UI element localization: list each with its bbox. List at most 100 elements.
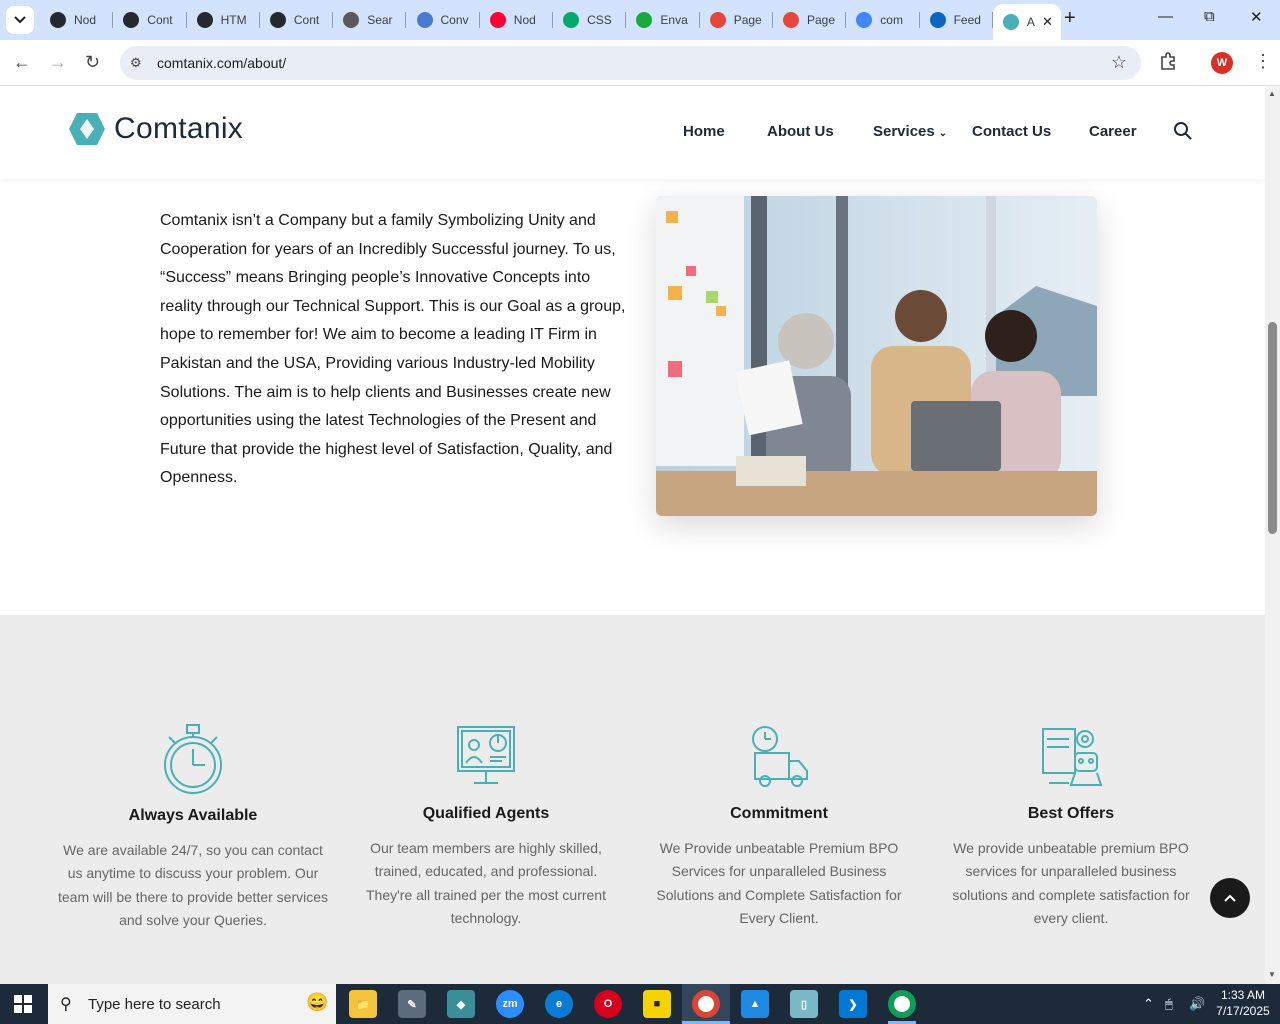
notepad-app-icon[interactable]: ▯	[790, 990, 818, 1018]
nav-services-label: Services	[873, 123, 935, 140]
page-scrollbar[interactable]: ▲ ▼	[1265, 87, 1280, 984]
tab-title: Page	[733, 13, 762, 27]
emoji-decoration-icon: 😄	[306, 992, 329, 1012]
chevron-down-icon	[14, 16, 26, 24]
tab-title: Sear	[367, 13, 393, 27]
tab-title: HTM	[220, 13, 247, 27]
tab-title: CSS	[587, 13, 612, 27]
nav-contact-us[interactable]: Contact Us	[972, 123, 1051, 140]
forward-button[interactable]: →	[49, 52, 67, 72]
taskbar-search-placeholder: Type here to search	[88, 996, 221, 1013]
back-button[interactable]: ←	[13, 52, 31, 72]
browser-tab[interactable]: A ✕	[992, 4, 1061, 40]
about-paragraph: Comtanix isn’t a Company but a family Sy…	[160, 212, 626, 487]
youtube-icon	[489, 12, 506, 28]
browser-menu-icon[interactable]: ⋮	[1254, 51, 1272, 72]
tab-title: Cont	[293, 13, 320, 27]
page-viewport: Comtanix Home About Us Services ⌄ Contact…	[0, 87, 1265, 984]
feature-title: Commitment	[730, 805, 828, 822]
paint-app-icon[interactable]: ✎	[398, 990, 426, 1018]
comtanix-app-icon[interactable]: ◆	[447, 990, 475, 1018]
site-header: Comtanix Home About Us Services ⌄ Contact…	[0, 87, 1265, 179]
volume-icon[interactable]: 🔊	[1189, 996, 1205, 1012]
clock-time: 1:33 AM	[1220, 988, 1266, 1002]
chrome-icon[interactable]	[692, 990, 720, 1018]
tab-title: Cont	[147, 13, 173, 27]
site-info-icon[interactable]: ⚙	[130, 55, 142, 71]
w3schools-icon	[563, 12, 580, 28]
browser-toolbar: ← → ↻ ⚙ comtanix.com/about/ ☆ W ⋮	[0, 40, 1280, 86]
tab-title: Nod	[513, 13, 536, 27]
browser-tab[interactable]: Cont	[113, 6, 187, 34]
tab-title: Feed	[953, 13, 981, 27]
scroll-up-arrow-icon[interactable]: ▲	[1268, 89, 1276, 98]
feature-commitment: Commitment We Provide unbeatable Premium…	[644, 723, 914, 931]
taskbar-search-box[interactable]: ⚲ Type here to search 😄	[48, 984, 336, 1024]
sticky-notes-icon[interactable]: ■	[643, 990, 671, 1018]
browser-tab[interactable]: com	[846, 6, 920, 34]
vscode-icon[interactable]: ❯	[839, 990, 867, 1018]
feature-text: We Provide unbeatable Premium BPO Servic…	[656, 840, 902, 927]
url-text[interactable]: comtanix.com/about/	[157, 55, 286, 71]
nav-about-us[interactable]: About Us	[767, 123, 834, 140]
comtanix-icon	[1002, 14, 1019, 30]
pagespeed-icon	[709, 12, 726, 28]
bookmark-star-icon[interactable]: ☆	[1111, 52, 1127, 73]
tab-title: A	[1026, 15, 1035, 29]
browser-tab[interactable]: HTM	[187, 6, 260, 34]
site-logo[interactable]: Comtanix	[68, 111, 243, 147]
system-clock[interactable]: 1:33 AM 7/17/2025	[1210, 987, 1276, 1019]
address-bar[interactable]: ⚙ comtanix.com/about/ ☆	[120, 46, 1141, 80]
edge-browser-icon[interactable]: e	[545, 990, 573, 1018]
stopwatch-icon	[164, 724, 222, 794]
feature-title: Best Offers	[1027, 805, 1115, 822]
close-window-button[interactable]: ✕	[1250, 8, 1263, 26]
browser-tab[interactable]: Nod	[40, 6, 114, 34]
minimize-button[interactable]: —	[1158, 8, 1173, 25]
scroll-down-arrow-icon[interactable]: ▼	[1268, 970, 1276, 979]
browser-tab[interactable]: Page	[700, 6, 773, 34]
tab-title: Enva	[660, 13, 688, 27]
envato-icon	[636, 12, 653, 28]
tray-chevron-up-icon[interactable]: ⌃	[1143, 996, 1154, 1012]
photos-app-icon[interactable]: ▲	[741, 990, 769, 1018]
feature-text: We are available 24/7, so you can contac…	[58, 842, 329, 929]
search-icon[interactable]	[1173, 121, 1193, 141]
tab-title: Nod	[74, 13, 97, 27]
chevron-down-icon: ⌄	[938, 128, 948, 139]
browser-tab[interactable]: Cont	[260, 6, 334, 34]
browser-tab[interactable]: Enva	[626, 6, 700, 34]
browser-tab[interactable]: Nod	[480, 6, 554, 34]
browser-tab[interactable]: Conv	[407, 6, 480, 34]
convertio-icon	[416, 12, 433, 28]
restore-button[interactable]: ⧉	[1204, 8, 1215, 25]
opera-browser-icon[interactable]: O	[594, 990, 622, 1018]
nav-home[interactable]: Home	[683, 123, 725, 140]
browser-tab[interactable]: CSS	[553, 6, 627, 34]
scrollbar-thumb[interactable]	[1268, 322, 1277, 534]
zoom-icon[interactable]: zm	[496, 990, 524, 1018]
search-icon: ⚲	[60, 996, 72, 1013]
network-icon[interactable]: 🖱	[1165, 996, 1173, 1012]
github-icon	[196, 12, 213, 28]
windows-start-icon[interactable]	[14, 995, 32, 1013]
clock-date: 7/17/2025	[1216, 1004, 1270, 1018]
linkedin-icon	[929, 12, 946, 28]
feature-title: Always Available	[128, 807, 258, 824]
file-explorer-icon[interactable]: 📁	[349, 990, 377, 1018]
profile-avatar[interactable]: W	[1211, 52, 1233, 74]
nav-services[interactable]: Services ⌄	[873, 123, 947, 140]
close-tab-icon[interactable]: ✕	[1042, 14, 1053, 30]
scroll-to-top-button[interactable]	[1210, 878, 1250, 918]
reload-button[interactable]: ↻	[85, 52, 100, 72]
chrome-profile-icon[interactable]	[888, 990, 916, 1018]
browser-tab[interactable]: Page	[773, 6, 847, 34]
tab-search-button[interactable]	[6, 6, 34, 34]
feature-best-offers: Best Offers We provide unbeatable premiu…	[936, 723, 1206, 931]
browser-tab[interactable]: Sear	[333, 6, 407, 34]
wordpress-icon	[343, 12, 360, 28]
new-tab-button[interactable]: +	[1064, 8, 1076, 28]
extensions-icon[interactable]	[1159, 52, 1177, 75]
nav-career[interactable]: Career	[1089, 123, 1137, 140]
browser-tab[interactable]: Feed	[920, 6, 993, 34]
